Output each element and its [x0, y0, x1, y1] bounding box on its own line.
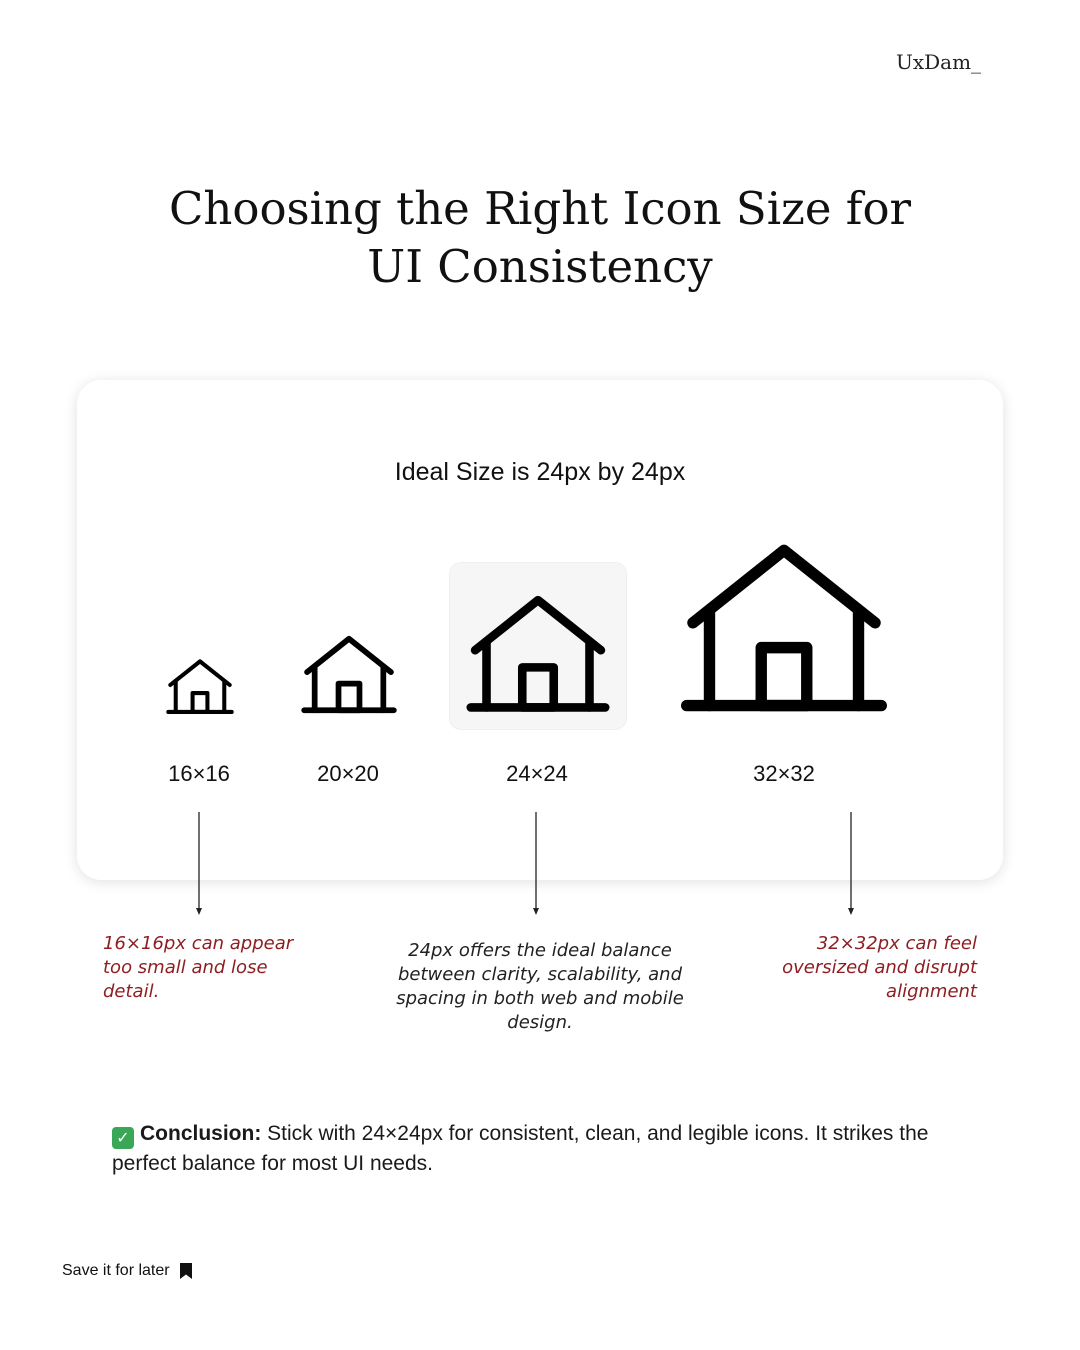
bookmark-icon [179, 1262, 193, 1280]
card-heading: Ideal Size is 24px by 24px [394, 458, 686, 486]
size-label-32: 32×32 [753, 761, 815, 786]
arrow-down-icon [845, 812, 857, 916]
home-icon [680, 540, 888, 718]
home-icon [301, 634, 397, 716]
save-label: Save it for later [62, 1262, 170, 1279]
conclusion-text: ✓ Conclusion: Stick with 24×24px for cons… [112, 1119, 992, 1179]
page-title: Choosing the Right Icon Size for UI Cons… [90, 180, 990, 296]
size-label-20: 20×20 [317, 761, 379, 786]
note-ideal-size: 24px offers the ideal balance between cl… [396, 940, 684, 1033]
title-line-2: UI Consistency [367, 240, 713, 293]
arrow-down-icon [530, 812, 542, 916]
conclusion-label: Conclusion: [140, 1122, 262, 1145]
note-large-size: 32×32px can feel oversized and disrupt a… [782, 933, 977, 1002]
home-icon [166, 658, 234, 716]
title-line-1: Choosing the Right Icon Size for [168, 182, 912, 235]
note-small-size: 16×16px can appear too small and lose de… [103, 933, 294, 1002]
arrow-down-icon [193, 812, 205, 916]
size-label-16: 16×16 [168, 761, 230, 786]
home-icon [466, 593, 610, 716]
save-for-later-button[interactable]: Save it for later [62, 1262, 193, 1280]
check-icon: ✓ [112, 1127, 134, 1149]
size-label-24: 24×24 [506, 761, 568, 786]
brand-label: UxDam_ [896, 50, 982, 74]
